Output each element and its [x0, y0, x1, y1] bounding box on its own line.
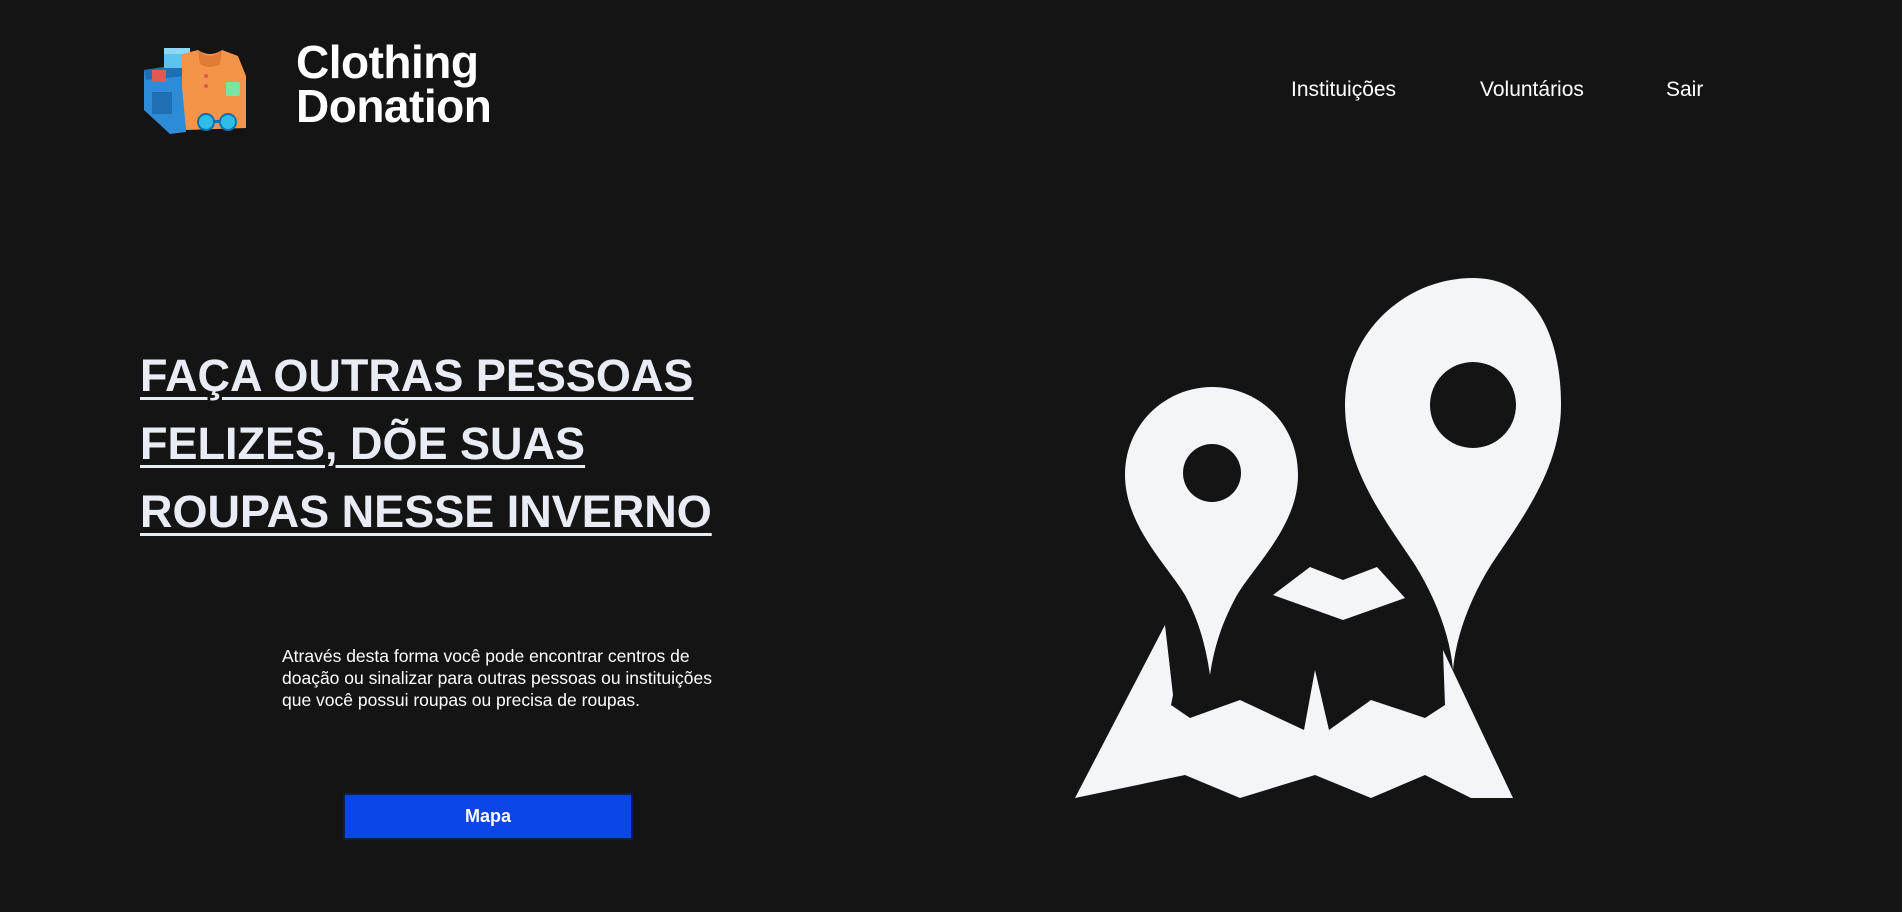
hero-description: Através desta forma você pode encontrar …: [282, 646, 712, 710]
nav-link-instituicoes[interactable]: Instituições: [1291, 78, 1396, 102]
map-pins-icon: [1075, 278, 1561, 798]
nav-link-sair[interactable]: Sair: [1666, 78, 1703, 102]
main-nav: Instituições Voluntários Sair: [0, 78, 1902, 108]
page: Clothing Donation Instituições Voluntári…: [0, 0, 1902, 912]
map-button[interactable]: Mapa: [343, 793, 633, 840]
nav-link-voluntarios[interactable]: Voluntários: [1480, 78, 1584, 102]
hero-title: FAÇA OUTRAS PESSOAS FELIZES, DÕE SUAS RO…: [140, 350, 712, 537]
